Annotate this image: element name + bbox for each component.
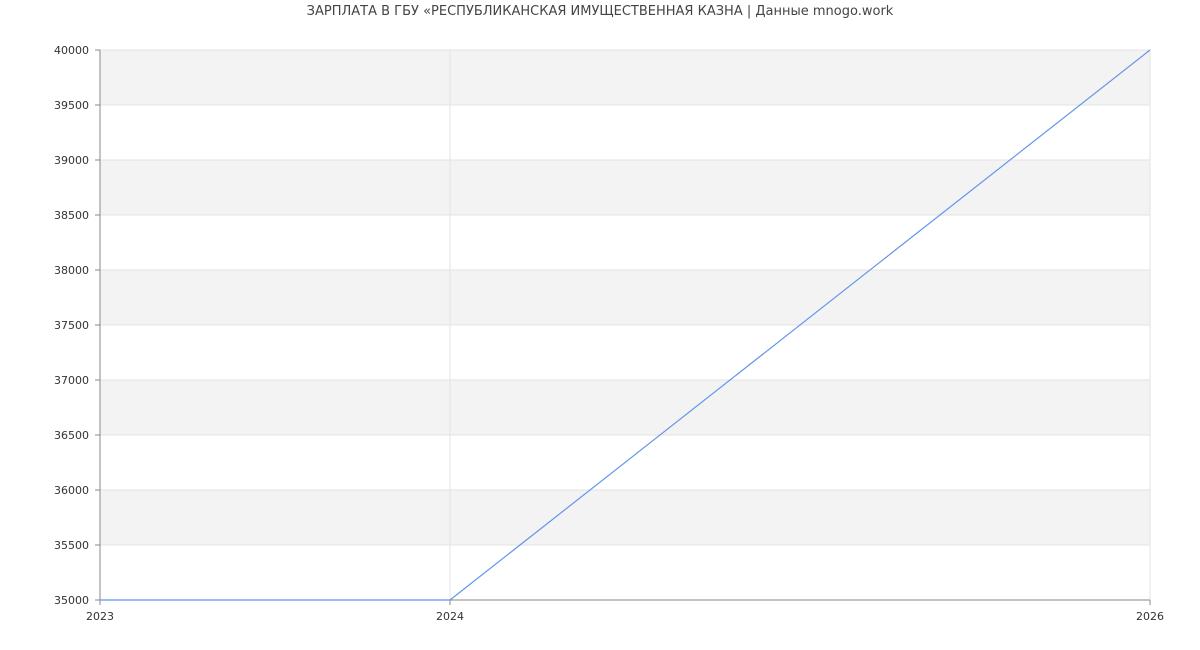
plot-band: [100, 50, 1150, 105]
y-tick-label: 38000: [54, 264, 89, 277]
x-tick-label: 2023: [86, 610, 114, 623]
x-tick-label: 2026: [1136, 610, 1164, 623]
plot-band: [100, 215, 1150, 270]
y-tick-label: 39500: [54, 99, 89, 112]
y-tick-label: 36000: [54, 484, 89, 497]
plot-band: [100, 160, 1150, 215]
y-tick-label: 40000: [54, 44, 89, 57]
y-tick-label: 38500: [54, 209, 89, 222]
x-tick-labels: 2023 2024 2026: [86, 610, 1164, 623]
plot-band: [100, 270, 1150, 325]
y-tick-label: 37500: [54, 319, 89, 332]
y-tick-label: 36500: [54, 429, 89, 442]
y-tick-label: 35500: [54, 539, 89, 552]
plot-band: [100, 325, 1150, 380]
x-tick-label: 2024: [436, 610, 464, 623]
plot-band: [100, 545, 1150, 600]
y-tick-labels: 35000 35500 36000 36500 37000 37500 38000 38500…: [54, 44, 89, 607]
plot-band: [100, 490, 1150, 545]
y-tick-label: 37000: [54, 374, 89, 387]
plot-band: [100, 105, 1150, 160]
line-chart: 35000 35500 36000 36500 37000 37500 38000 38500…: [54, 44, 1164, 623]
y-tick-label: 35000: [54, 594, 89, 607]
y-tick-label: 39000: [54, 154, 89, 167]
plot-band: [100, 380, 1150, 435]
